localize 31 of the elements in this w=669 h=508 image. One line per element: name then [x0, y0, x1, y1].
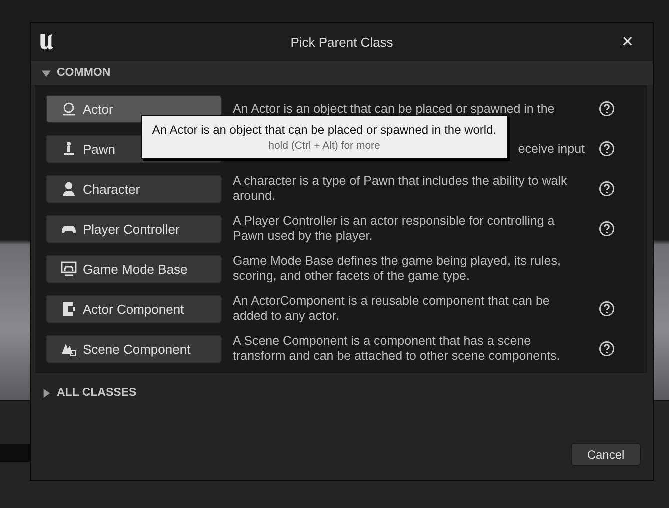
- help-icon[interactable]: [599, 221, 615, 237]
- close-button[interactable]: ✕: [617, 33, 639, 51]
- tooltip-hint: hold (Ctrl + Alt) for more: [268, 140, 380, 152]
- class-button[interactable]: Actor Component: [46, 295, 222, 323]
- class-button[interactable]: Game Mode Base: [46, 255, 222, 283]
- class-button[interactable]: Player Controller: [46, 215, 222, 243]
- expand-triangle-icon: [42, 388, 51, 398]
- cancel-button[interactable]: Cancel: [571, 443, 641, 466]
- class-description: A character is a type of Pawn that includes the ability to walk around.: [233, 174, 568, 204]
- help-icon[interactable]: [599, 101, 615, 117]
- class-button[interactable]: Scene Component: [46, 335, 222, 363]
- class-description: A Scene Component is a component that has a scene transform and can be attached to other scene components.: [233, 334, 562, 364]
- character-class-icon: [61, 181, 77, 197]
- help-icon[interactable]: [599, 301, 615, 317]
- pawn-class-icon: [61, 141, 77, 157]
- class-description: Game Mode Base defines the game being played, its rules, scoring, and other facets of the game type.: [233, 254, 562, 284]
- class-description: eceive input: [518, 142, 585, 156]
- section-header[interactable]: COMMON: [31, 61, 653, 85]
- expand-triangle-icon: [42, 68, 51, 78]
- class-description: A Player Controller is an actor responsible for controlling a Pawn used by the player.: [233, 214, 556, 244]
- class-description: An ActorComponent is a reusable component that can be added to any actor.: [233, 294, 551, 324]
- help-icon[interactable]: [599, 341, 615, 357]
- gamemode-class-icon: [61, 261, 77, 277]
- help-icon[interactable]: [599, 181, 615, 197]
- tooltip-text: An Actor is an object that can be placed or spawned in the world.: [152, 122, 497, 136]
- class-button[interactable]: Character: [46, 175, 222, 203]
- component-class-icon: [61, 301, 77, 317]
- help-icon[interactable]: [599, 141, 615, 157]
- class-description: An Actor is an object that can be placed or spawned in the: [233, 102, 555, 116]
- window-title: Pick Parent Class: [290, 34, 394, 50]
- actor-class-icon: [61, 101, 77, 117]
